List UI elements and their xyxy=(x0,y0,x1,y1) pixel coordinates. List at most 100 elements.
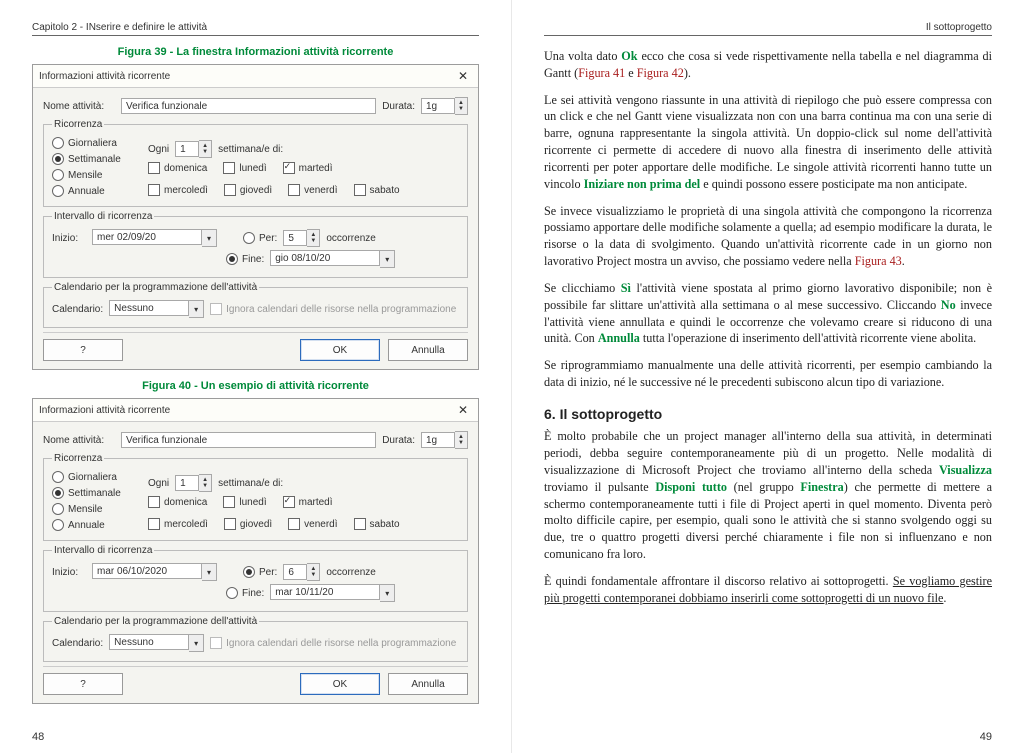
dialog-title: Informazioni attività ricorrente xyxy=(39,71,170,82)
occurrences-input[interactable]: 5 xyxy=(283,230,307,246)
running-head-text: Capitolo 2 - INserire e definire le atti… xyxy=(32,22,207,33)
chk-ignore-calendars[interactable]: Ignora calendari delle risorse nella pro… xyxy=(210,303,456,315)
chk-mercoledi[interactable]: mercoledì xyxy=(148,518,208,530)
radio-yearly[interactable]: Annuale xyxy=(52,519,142,531)
chevron-down-icon[interactable]: ▾ xyxy=(189,300,204,318)
duration-label: Durata: xyxy=(382,435,415,446)
start-date-input[interactable]: mer 02/09/20 xyxy=(92,229,202,245)
radio-per[interactable]: Per: xyxy=(243,566,277,578)
recurrence-legend: Ricorrenza xyxy=(52,453,104,464)
every-input[interactable]: 1 xyxy=(175,141,199,157)
chk-giovedi[interactable]: giovedì xyxy=(224,518,272,530)
end-date-input[interactable]: gio 08/10/20 xyxy=(270,250,380,266)
duration-stepper[interactable]: ▲▼ xyxy=(455,97,468,115)
help-button[interactable]: ? xyxy=(43,673,123,695)
chk-venerdi[interactable]: venerdì xyxy=(288,518,337,530)
radio-monthly[interactable]: Mensile xyxy=(52,503,142,515)
cancel-button[interactable]: Annulla xyxy=(388,673,468,695)
chevron-down-icon[interactable]: ▾ xyxy=(380,584,395,602)
body-paragraph: Se riprogrammiamo manualmente una delle … xyxy=(544,357,992,391)
running-head-left: Capitolo 2 - INserire e definire le atti… xyxy=(32,22,479,36)
ok-button[interactable]: OK xyxy=(300,339,380,361)
close-icon[interactable]: ✕ xyxy=(454,403,472,417)
chk-venerdi[interactable]: venerdì xyxy=(288,184,337,196)
ok-button[interactable]: OK xyxy=(300,673,380,695)
chk-ignore-calendars[interactable]: Ignora calendari delle risorse nella pro… xyxy=(210,637,456,649)
recurring-task-dialog: Informazioni attività ricorrente ✕ Nome … xyxy=(32,64,479,370)
calendar-select[interactable]: Nessuno xyxy=(109,634,189,650)
figure-39-caption: Figura 39 - La finestra Informazioni att… xyxy=(32,46,479,58)
end-date-input[interactable]: mar 10/11/20 xyxy=(270,584,380,600)
range-fieldset: Intervallo di ricorrenza Inizio: mer 02/… xyxy=(43,211,468,278)
recurrence-fieldset: Ricorrenza Giornaliera Settimanale Mensi… xyxy=(43,119,468,207)
chk-mercoledi[interactable]: mercoledì xyxy=(148,184,208,196)
radio-fine[interactable]: Fine: xyxy=(226,253,264,265)
every-label: Ogni xyxy=(148,144,169,155)
name-label: Nome attività: xyxy=(43,101,115,112)
radio-per[interactable]: Per: xyxy=(243,232,277,244)
duration-input[interactable]: 1g xyxy=(421,98,455,114)
chk-giovedi[interactable]: giovedì xyxy=(224,184,272,196)
chk-lunedi[interactable]: lunedì xyxy=(223,162,266,174)
chevron-down-icon[interactable]: ▾ xyxy=(202,563,217,581)
body-paragraph: È molto probabile che un project manager… xyxy=(544,428,992,563)
radio-monthly[interactable]: Mensile xyxy=(52,169,142,181)
help-button[interactable]: ? xyxy=(43,339,123,361)
radio-daily[interactable]: Giornaliera xyxy=(52,471,142,483)
every-unit: settimana/e di: xyxy=(218,478,283,489)
task-name-input[interactable]: Verifica funzionale xyxy=(121,432,376,448)
task-name-input[interactable]: Verifica funzionale xyxy=(121,98,376,114)
name-label: Nome attività: xyxy=(43,435,115,446)
occurrences-unit: occorrenze xyxy=(326,233,375,244)
calendar-select[interactable]: Nessuno xyxy=(109,300,189,316)
start-date-input[interactable]: mar 06/10/2020 xyxy=(92,563,202,579)
radio-weekly[interactable]: Settimanale xyxy=(52,487,142,499)
chk-martedi[interactable]: martedì xyxy=(283,496,333,508)
duration-stepper[interactable]: ▲▼ xyxy=(455,431,468,449)
chk-domenica[interactable]: domenica xyxy=(148,496,207,508)
calendar-label: Calendario: xyxy=(52,304,103,315)
chk-sabato[interactable]: sabato xyxy=(354,518,400,530)
occurrences-input[interactable]: 6 xyxy=(283,564,307,580)
page-left: Capitolo 2 - INserire e definire le atti… xyxy=(0,0,512,753)
calendar-fieldset: Calendario per la programmazione dell'at… xyxy=(43,282,468,328)
every-stepper[interactable]: ▲▼ xyxy=(199,474,212,492)
occurrences-stepper[interactable]: ▲▼ xyxy=(307,563,320,581)
recurring-task-dialog: Informazioni attività ricorrente ✕ Nome … xyxy=(32,398,479,704)
calendar-fieldset: Calendario per la programmazione dell'at… xyxy=(43,616,468,662)
radio-yearly[interactable]: Annuale xyxy=(52,185,142,197)
body-paragraph: Se clicchiamo Sì l'attività viene sposta… xyxy=(544,280,992,347)
page-right: Il sottoprogetto Una volta dato Ok ecco … xyxy=(512,0,1024,753)
duration-label: Durata: xyxy=(382,101,415,112)
running-head-right: Il sottoprogetto xyxy=(544,22,992,36)
calendar-legend: Calendario per la programmazione dell'at… xyxy=(52,282,259,293)
running-head-text: Il sottoprogetto xyxy=(926,22,992,33)
chk-martedi[interactable]: martedì xyxy=(283,162,333,174)
page-number-right: 49 xyxy=(980,731,992,743)
dialog-title: Informazioni attività ricorrente xyxy=(39,405,170,416)
chevron-down-icon[interactable]: ▾ xyxy=(202,229,217,247)
calendar-label: Calendario: xyxy=(52,638,103,649)
chk-sabato[interactable]: sabato xyxy=(354,184,400,196)
chevron-down-icon[interactable]: ▾ xyxy=(189,634,204,652)
duration-input[interactable]: 1g xyxy=(421,432,455,448)
radio-fine[interactable]: Fine: xyxy=(226,587,264,599)
every-label: Ogni xyxy=(148,478,169,489)
range-legend: Intervallo di ricorrenza xyxy=(52,211,154,222)
every-stepper[interactable]: ▲▼ xyxy=(199,140,212,158)
occurrences-unit: occorrenze xyxy=(326,567,375,578)
chk-domenica[interactable]: domenica xyxy=(148,162,207,174)
page-number-left: 48 xyxy=(32,731,44,743)
recurrence-legend: Ricorrenza xyxy=(52,119,104,130)
occurrences-stepper[interactable]: ▲▼ xyxy=(307,229,320,247)
radio-daily[interactable]: Giornaliera xyxy=(52,137,142,149)
body-paragraph: Le sei attività vengono riassunte in una… xyxy=(544,92,992,193)
radio-weekly[interactable]: Settimanale xyxy=(52,153,142,165)
range-fieldset: Intervallo di ricorrenza Inizio: mar 06/… xyxy=(43,545,468,612)
every-input[interactable]: 1 xyxy=(175,475,199,491)
chevron-down-icon[interactable]: ▾ xyxy=(380,250,395,268)
close-icon[interactable]: ✕ xyxy=(454,69,472,83)
chk-lunedi[interactable]: lunedì xyxy=(223,496,266,508)
cancel-button[interactable]: Annulla xyxy=(388,339,468,361)
section-heading: 6. Il sottoprogetto xyxy=(544,405,992,424)
